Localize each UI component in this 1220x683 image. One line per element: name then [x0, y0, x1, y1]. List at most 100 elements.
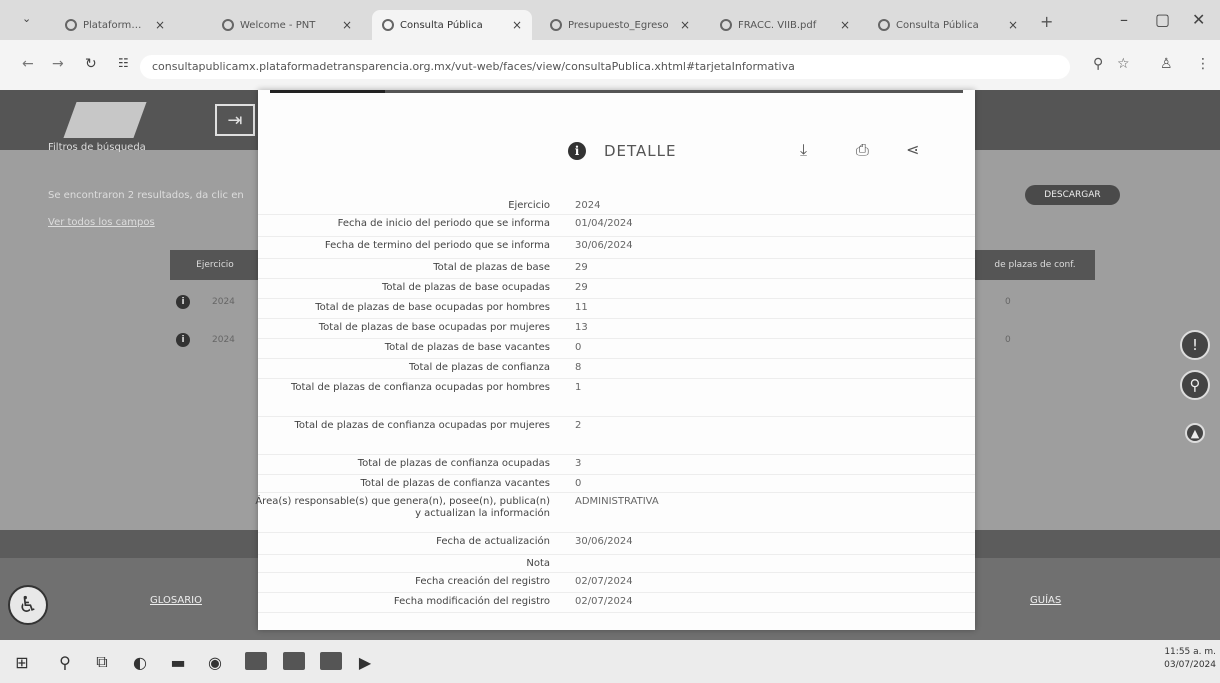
excel-app-icon[interactable] [283, 652, 305, 670]
table-row-value: 0 [1005, 297, 1011, 307]
detail-label: Fecha de inicio del periodo que se infor… [337, 218, 550, 229]
tab-search-chevron-icon[interactable]: ⌄ [22, 12, 31, 25]
tab-title: Consulta Pública [896, 19, 979, 31]
detail-value: 2024 [575, 200, 601, 211]
login-icon[interactable]: ⇥ [215, 104, 255, 136]
new-tab-plus-icon[interactable]: + [1040, 12, 1053, 31]
tab-close-icon[interactable]: × [512, 18, 522, 32]
glossary-link[interactable]: GLOSARIO [150, 595, 202, 606]
download-icon[interactable]: ⤓ [800, 140, 807, 160]
detail-row: Ejercicio 2024 [258, 197, 975, 215]
os-taskbar: ⊞ ⚲ ⧉ ◐ ▬ ◉ ▶ 11:55 a. m. 03/07/2024 [0, 640, 1220, 683]
detail-row: Total de plazas de confianza ocupadas po… [258, 379, 975, 417]
word-app-icon[interactable] [245, 652, 267, 670]
tab-presupuesto[interactable]: Presupuesto_Egreso × [540, 10, 700, 40]
detail-label: Total de plazas de confianza ocupadas [357, 458, 550, 469]
detail-row: Total de plazas de base ocupadas por muj… [258, 319, 975, 339]
file-explorer-icon[interactable]: ▬ [168, 652, 188, 672]
detail-row: Fecha modificación del registro 02/07/202… [258, 593, 975, 613]
download-button[interactable]: DESCARGAR [1025, 185, 1120, 205]
tab-close-icon[interactable]: × [342, 18, 352, 32]
print-icon[interactable]: ⎙ [856, 140, 869, 160]
detail-label: Total de plazas de confianza ocupadas po… [290, 382, 550, 393]
forward-arrow-icon[interactable]: → [52, 56, 64, 72]
clock-date: 03/07/2024 [1164, 660, 1216, 670]
globe-icon [382, 19, 394, 31]
tab-welcome[interactable]: Welcome - PNT × [212, 10, 362, 40]
detail-label: Fecha de actualización [436, 536, 550, 547]
detail-row: Total de plazas de base ocupadas por hom… [258, 299, 975, 319]
profile-icon[interactable]: ♙ [1160, 56, 1173, 72]
search-help-icon[interactable]: ⚲ [1180, 370, 1210, 400]
row-info-icon[interactable]: i [176, 333, 190, 347]
detail-value: 11 [575, 302, 588, 313]
tab-consulta-publica-2[interactable]: Consulta Pública × [868, 10, 1028, 40]
site-info-icon[interactable]: ☷ [118, 56, 129, 70]
detail-value: 30/06/2024 [575, 536, 633, 547]
chrome-browser-icon[interactable]: ◉ [205, 652, 225, 672]
detail-value: 01/04/2024 [575, 218, 633, 229]
tab-plataforma[interactable]: Plataforma de Transp × [55, 10, 175, 40]
detail-label: Total de plazas de base ocupadas por hom… [315, 302, 550, 313]
detail-row: Fecha de actualización 30/06/2024 [258, 533, 975, 555]
detail-label: Total de plazas de confianza ocupadas po… [294, 420, 551, 431]
media-app-icon[interactable]: ▶ [355, 652, 375, 672]
detail-value: 29 [575, 262, 588, 273]
zoom-icon[interactable]: ⚲ [1093, 56, 1103, 72]
share-icon[interactable]: ⋖ [906, 140, 919, 159]
site-favicon-icon [222, 19, 234, 31]
detail-row: Total de plazas de base 29 [258, 259, 975, 279]
detail-value: 8 [575, 362, 582, 373]
alert-icon[interactable]: ! [1180, 330, 1210, 360]
site-favicon-icon [65, 19, 77, 31]
tab-title: Welcome - PNT [240, 19, 316, 31]
detail-row: Fecha de inicio del periodo que se infor… [258, 215, 975, 237]
accessibility-icon[interactable]: ♿ [8, 585, 48, 625]
detail-label: Total de plazas de base vacantes [384, 342, 550, 353]
detail-row: Total de plazas de confianza vacantes 0 [258, 475, 975, 493]
detail-value: 0 [575, 342, 582, 353]
filters-toggle[interactable]: Filtros de búsqueda [48, 142, 146, 153]
outlook-app-icon[interactable] [320, 652, 342, 670]
detail-value: 2 [575, 420, 582, 431]
detail-label: Total de plazas de base [433, 262, 550, 273]
scroll-top-icon[interactable]: ▲ [1185, 423, 1205, 443]
detail-row: Total de plazas de base ocupadas 29 [258, 279, 975, 299]
tab-close-icon[interactable]: × [155, 18, 165, 32]
modal-header: i DETALLE [568, 142, 676, 160]
tab-close-icon[interactable]: × [840, 18, 850, 32]
browser-menu-icon[interactable]: ⋮ [1196, 56, 1210, 72]
edge-browser-icon[interactable]: ◐ [130, 652, 150, 672]
reload-icon[interactable]: ↻ [85, 56, 97, 72]
detail-value: 30/06/2024 [575, 240, 633, 251]
maximize-icon[interactable]: ▢ [1155, 10, 1170, 29]
detail-value: ADMINISTRATIVA [575, 496, 659, 507]
detail-value: 02/07/2024 [575, 596, 633, 607]
system-clock[interactable]: 11:55 a. m. 03/07/2024 [1164, 646, 1216, 672]
table-header-ejercicio: Ejercicio [170, 250, 260, 280]
table-row-ejercicio: 2024 [212, 297, 235, 307]
browser-tab-strip: ⌄ Plataforma de Transp × Welcome - PNT ×… [0, 0, 1220, 40]
search-icon[interactable]: ⚲ [55, 652, 75, 672]
tab-close-icon[interactable]: × [1008, 18, 1018, 32]
globe-icon [720, 19, 732, 31]
task-view-icon[interactable]: ⧉ [92, 652, 112, 672]
table-header-plazas: de plazas de conf. [975, 250, 1095, 280]
detail-row: Total de plazas de confianza 8 [258, 359, 975, 379]
globe-icon [550, 19, 562, 31]
detail-value: 29 [575, 282, 588, 293]
tab-title: Presupuesto_Egreso [568, 19, 669, 31]
bookmark-star-icon[interactable]: ☆ [1117, 56, 1130, 72]
guides-link[interactable]: GUÍAS [1030, 595, 1061, 606]
all-fields-link[interactable]: Ver todos los campos [48, 217, 155, 228]
minimize-icon[interactable]: – [1120, 10, 1128, 29]
modal-title: DETALLE [604, 142, 677, 160]
back-arrow-icon[interactable]: ← [22, 56, 34, 72]
row-info-icon[interactable]: i [176, 295, 190, 309]
tab-close-icon[interactable]: × [680, 18, 690, 32]
close-window-icon[interactable]: ✕ [1192, 10, 1205, 29]
tab-consulta-publica-active[interactable]: Consulta Pública × [372, 10, 532, 40]
address-bar[interactable]: consultapublicamx.plataformadetransparen… [140, 55, 1070, 79]
tab-fracc-pdf[interactable]: FRACC. VIIB.pdf × [710, 10, 860, 40]
windows-start-icon[interactable]: ⊞ [12, 652, 32, 672]
